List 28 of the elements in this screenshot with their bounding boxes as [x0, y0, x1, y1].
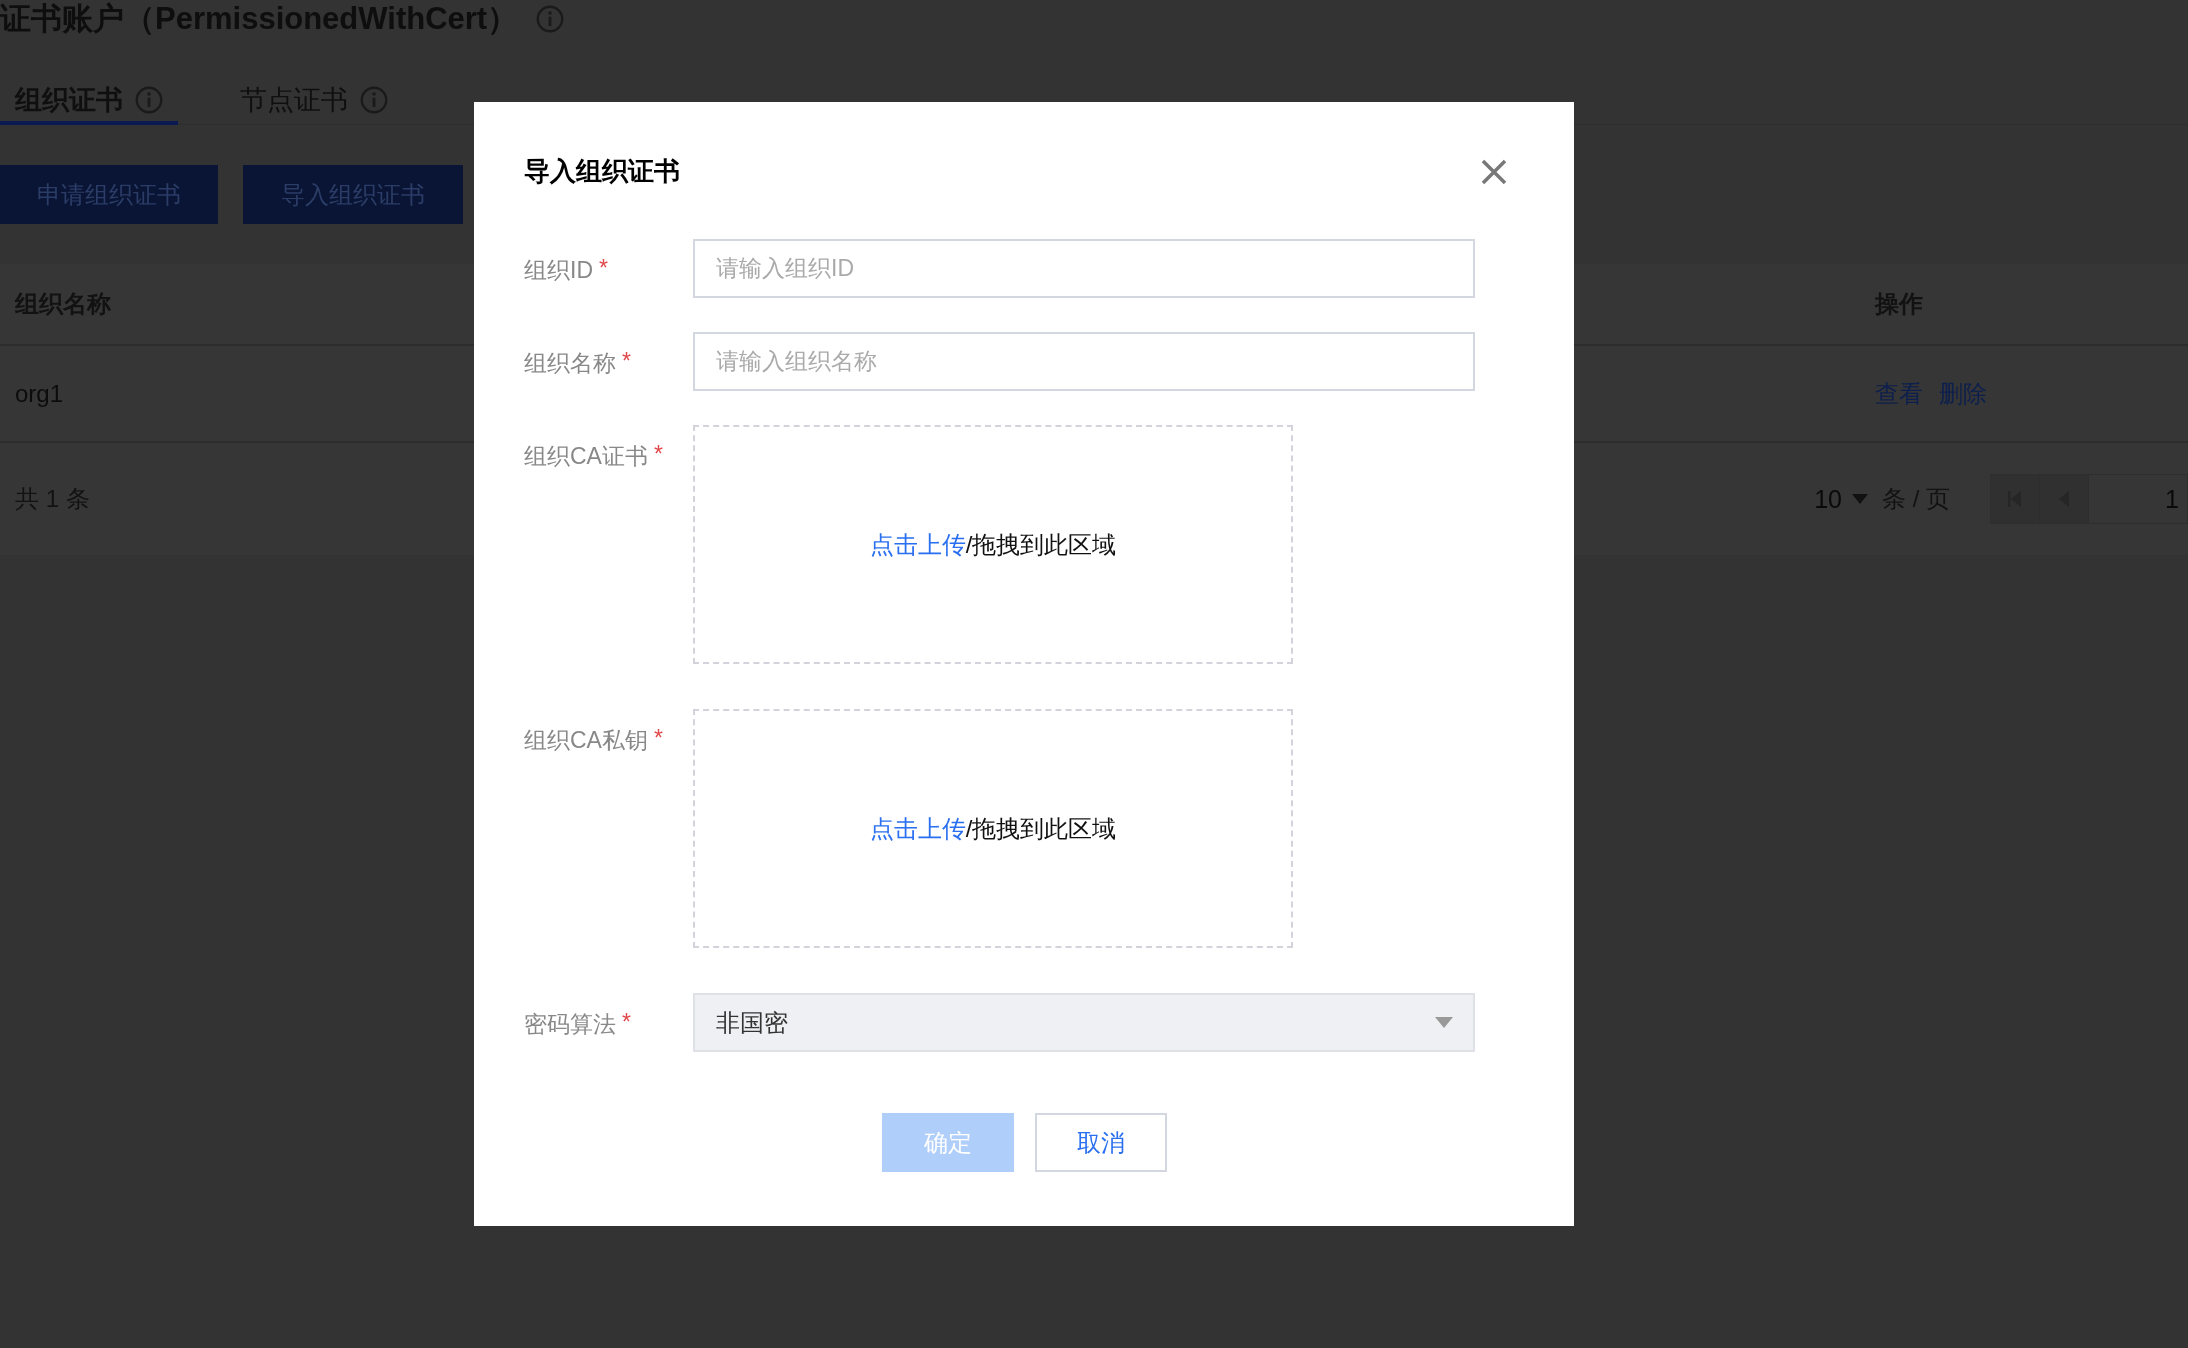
info-icon: [536, 5, 565, 33]
caret-icon: [1435, 1017, 1453, 1028]
close-icon: [1480, 157, 1508, 186]
cancel-button[interactable]: 取消: [1034, 1113, 1167, 1172]
select-field[interactable]: 非国密: [693, 993, 1475, 1052]
field-label: 组织ID: [524, 256, 593, 285]
text-input-field[interactable]: 请输入组织ID: [693, 239, 1475, 298]
required-mark: *: [653, 725, 663, 753]
upload-drop-area[interactable]: 点击上传/拖拽到此区域: [693, 425, 1293, 664]
upload-drop-area[interactable]: 点击上传/拖拽到此区域: [693, 709, 1293, 948]
required-mark: *: [622, 348, 631, 376]
required-mark: *: [622, 1009, 631, 1037]
close-button[interactable]: [1480, 157, 1508, 186]
text-input-field[interactable]: 请输入组织名称: [693, 332, 1475, 391]
required-mark: *: [653, 441, 663, 469]
caret-icon: [1852, 494, 1868, 504]
info-icon: [135, 85, 163, 114]
required-mark: *: [599, 255, 608, 283]
upload-link[interactable]: 点击上传: [869, 530, 966, 558]
info-icon: [360, 85, 388, 114]
field-label: 组织CA证书: [524, 442, 648, 471]
upload-hint-text: 点击上传/拖拽到此区域: [869, 813, 1117, 844]
field-label: 组织名称: [524, 349, 616, 378]
field-label: 密码算法: [524, 1010, 616, 1039]
dialog-title: 导入组织证书: [524, 155, 680, 188]
field-label: 组织CA私钥: [524, 726, 648, 755]
upload-link[interactable]: 点击上传: [869, 814, 966, 842]
upload-hint-text: 点击上传/拖拽到此区域: [869, 529, 1117, 560]
